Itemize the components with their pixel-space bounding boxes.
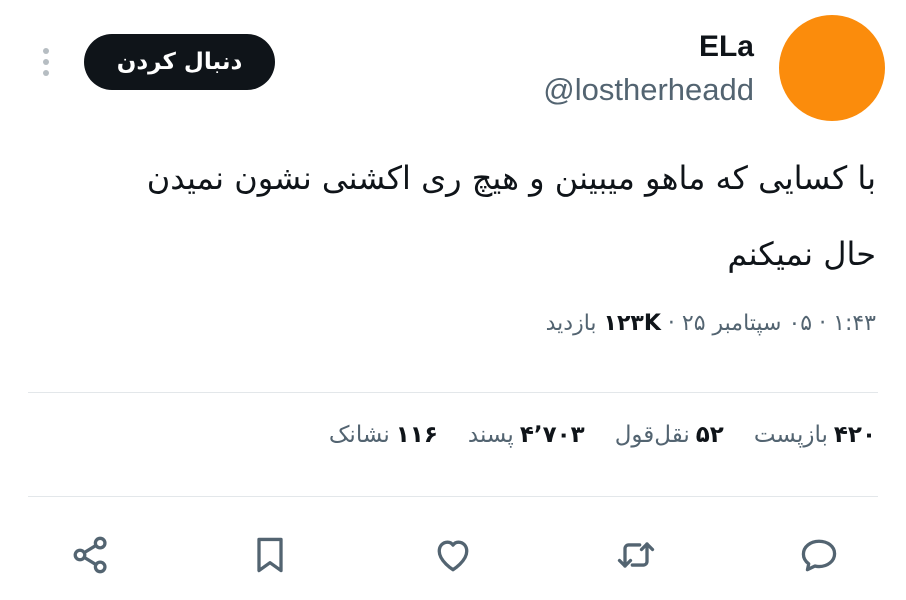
divider bbox=[28, 496, 878, 497]
share-icon bbox=[73, 536, 107, 574]
tweet-stats: ۴۲۰بازپست ۵۲نقل‌قول ۴٬۷۰۳پسند ۱۱۶نشانک bbox=[329, 422, 876, 448]
bookmarks-count: ۱۱۶ bbox=[395, 422, 438, 448]
bookmark-button[interactable] bbox=[245, 530, 295, 580]
meta-separator: · bbox=[819, 311, 827, 336]
tweet-text: با کسایی که ماهو میبینن و هیچ ری اکشنی ن… bbox=[26, 140, 876, 292]
reply-icon bbox=[801, 539, 837, 572]
quotes-stat[interactable]: ۵۲نقل‌قول bbox=[615, 422, 724, 448]
author-handle[interactable]: @lostherheadd bbox=[543, 72, 754, 108]
like-icon bbox=[437, 540, 469, 572]
tweet-date[interactable]: ۰۵ سپتامبر ۲۵ bbox=[682, 311, 812, 336]
likes-count: ۴٬۷۰۳ bbox=[519, 422, 585, 448]
tweet-text-line: حال نمیکنم bbox=[727, 235, 876, 273]
bookmarks-label: نشانک bbox=[328, 422, 390, 448]
like-button[interactable] bbox=[428, 530, 478, 580]
reposts-label: بازپست bbox=[753, 422, 828, 448]
tweet-text-line: با کسایی که ماهو میبینن و هیچ ری اکشنی ن… bbox=[146, 159, 876, 197]
more-options-icon[interactable] bbox=[36, 44, 56, 80]
reposts-stat[interactable]: ۴۲۰بازپست bbox=[754, 422, 876, 448]
repost-icon bbox=[617, 542, 655, 568]
meta-separator: · bbox=[667, 311, 675, 336]
tweet-meta: ۱:۴۳ · ۰۵ سپتامبر ۲۵ · ۱۲۳K بازدید bbox=[546, 311, 876, 336]
bookmark-icon bbox=[257, 537, 283, 573]
reply-button[interactable] bbox=[794, 530, 844, 580]
avatar[interactable] bbox=[779, 15, 885, 121]
reposts-count: ۴۲۰ bbox=[833, 422, 876, 448]
bookmarks-stat[interactable]: ۱۱۶نشانک bbox=[329, 422, 438, 448]
quotes-count: ۵۲ bbox=[695, 422, 724, 448]
share-button[interactable] bbox=[66, 530, 116, 580]
repost-button[interactable] bbox=[611, 530, 661, 580]
likes-label: پسند bbox=[467, 422, 514, 448]
follow-button[interactable]: دنبال کردن bbox=[84, 34, 275, 90]
divider bbox=[28, 392, 878, 393]
author-name[interactable]: ELa bbox=[699, 30, 754, 64]
views-count: ۱۲۳K bbox=[603, 311, 661, 336]
tweet-time[interactable]: ۱:۴۳ bbox=[833, 311, 876, 336]
quotes-label: نقل‌قول bbox=[614, 422, 690, 448]
views-label: بازدید bbox=[545, 311, 597, 336]
likes-stat[interactable]: ۴٬۷۰۳پسند bbox=[468, 422, 585, 448]
